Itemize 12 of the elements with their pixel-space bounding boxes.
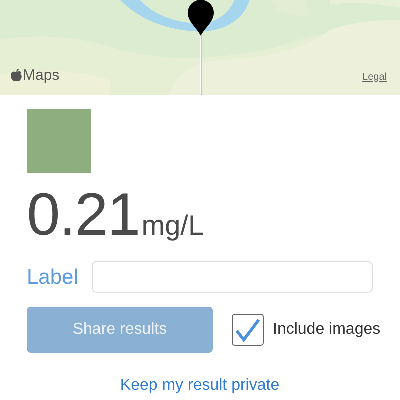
legal-link[interactable]: Legal <box>362 73 387 83</box>
label-field[interactable] <box>92 261 373 293</box>
apple-icon <box>11 69 22 82</box>
include-images-checkbox[interactable] <box>232 314 264 346</box>
result-value: 0.21 <box>27 181 140 249</box>
result-unit: mg/L <box>142 212 204 240</box>
map-pin-icon[interactable] <box>187 0 215 95</box>
keep-private-link[interactable]: Keep my result private <box>120 374 280 398</box>
label-text: Label <box>27 266 78 288</box>
maps-brand: Maps <box>23 68 60 83</box>
checkmark-icon <box>235 318 261 342</box>
include-images-label: Include images <box>273 320 381 340</box>
